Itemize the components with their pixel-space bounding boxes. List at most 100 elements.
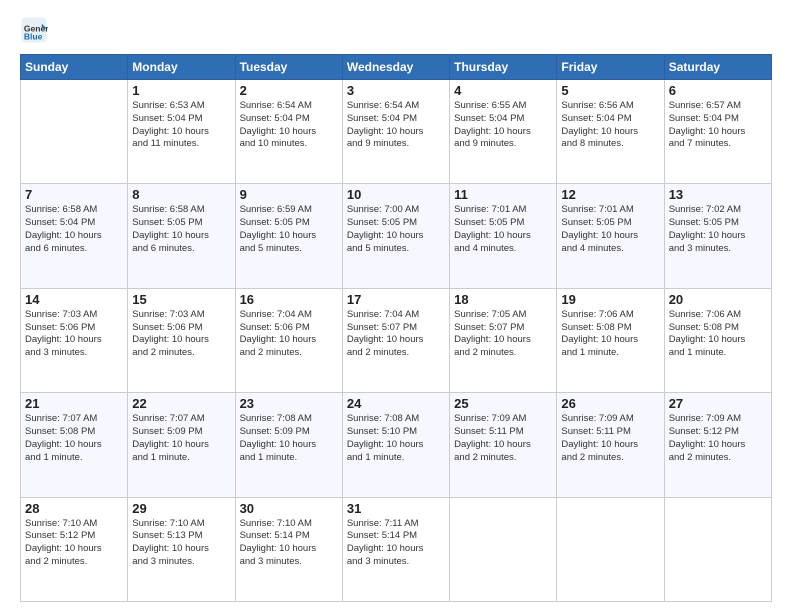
calendar-cell: 9 Sunrise: 6:59 AM Sunset: 5:05 PM Daylig… [235,184,342,288]
cell-info-text: Sunrise: 6:59 AM Sunset: 5:05 PM Dayligh… [240,204,338,255]
cell-info-text: Sunrise: 7:06 AM Sunset: 5:08 PM Dayligh… [561,309,659,360]
cell-day-number: 15 [132,292,230,307]
cell-day-number: 13 [669,187,767,202]
calendar-week-4: 21Sunrise: 7:07 AM Sunset: 5:08 PM Dayli… [21,393,772,497]
calendar-cell: 16 Sunrise: 7:04 AM Sunset: 5:06 PM Dayli… [235,288,342,392]
calendar-cell: 20 Sunrise: 7:06 AM Sunset: 5:08 PM Dayli… [664,288,771,392]
cell-info-text: Sunrise: 7:04 AM Sunset: 5:07 PM Dayligh… [347,309,445,360]
calendar-cell: 23Sunrise: 7:08 AM Sunset: 5:09 PM Dayli… [235,393,342,497]
calendar-cell [450,497,557,601]
cell-day-number: 26 [561,396,659,411]
cell-info-text: Sunrise: 7:01 AM Sunset: 5:05 PM Dayligh… [454,204,552,255]
cell-info-text: Sunrise: 6:55 AM Sunset: 5:04 PM Dayligh… [454,100,552,151]
cell-day-number: 27 [669,396,767,411]
cell-day-number: 20 [669,292,767,307]
calendar-week-1: 1 Sunrise: 6:53 AM Sunset: 5:04 PM Daylig… [21,80,772,184]
calendar-header-wednesday: Wednesday [342,55,449,80]
calendar-cell [557,497,664,601]
calendar-cell: 22 Sunrise: 7:07 AM Sunset: 5:09 PM Dayli… [128,393,235,497]
calendar-cell [664,497,771,601]
calendar-cell: 17Sunrise: 7:04 AM Sunset: 5:07 PM Dayli… [342,288,449,392]
calendar-header-row: SundayMondayTuesdayWednesdayThursdayFrid… [21,55,772,80]
cell-info-text: Sunrise: 7:09 AM Sunset: 5:11 PM Dayligh… [561,413,659,464]
cell-day-number: 25 [454,396,552,411]
cell-info-text: Sunrise: 7:00 AM Sunset: 5:05 PM Dayligh… [347,204,445,255]
calendar-week-3: 14Sunrise: 7:03 AM Sunset: 5:06 PM Dayli… [21,288,772,392]
cell-info-text: Sunrise: 7:10 AM Sunset: 5:14 PM Dayligh… [240,518,338,569]
calendar-cell: 8 Sunrise: 6:58 AM Sunset: 5:05 PM Daylig… [128,184,235,288]
calendar-cell: 31Sunrise: 7:11 AM Sunset: 5:14 PM Dayli… [342,497,449,601]
cell-info-text: Sunrise: 7:06 AM Sunset: 5:08 PM Dayligh… [669,309,767,360]
calendar-cell: 4 Sunrise: 6:55 AM Sunset: 5:04 PM Daylig… [450,80,557,184]
cell-day-number: 12 [561,187,659,202]
calendar-cell: 2 Sunrise: 6:54 AM Sunset: 5:04 PM Daylig… [235,80,342,184]
page: General Blue SundayMondayTuesdayWednesda… [0,0,792,612]
cell-day-number: 30 [240,501,338,516]
cell-info-text: Sunrise: 7:08 AM Sunset: 5:10 PM Dayligh… [347,413,445,464]
calendar-header-thursday: Thursday [450,55,557,80]
cell-day-number: 18 [454,292,552,307]
calendar-cell: 27 Sunrise: 7:09 AM Sunset: 5:12 PM Dayli… [664,393,771,497]
cell-info-text: Sunrise: 6:56 AM Sunset: 5:04 PM Dayligh… [561,100,659,151]
cell-day-number: 4 [454,83,552,98]
calendar-header-tuesday: Tuesday [235,55,342,80]
cell-info-text: Sunrise: 7:04 AM Sunset: 5:06 PM Dayligh… [240,309,338,360]
cell-info-text: Sunrise: 7:03 AM Sunset: 5:06 PM Dayligh… [132,309,230,360]
calendar-cell: 10Sunrise: 7:00 AM Sunset: 5:05 PM Dayli… [342,184,449,288]
logo: General Blue [20,16,52,44]
calendar-week-2: 7Sunrise: 6:58 AM Sunset: 5:04 PM Daylig… [21,184,772,288]
cell-info-text: Sunrise: 6:54 AM Sunset: 5:04 PM Dayligh… [240,100,338,151]
cell-info-text: Sunrise: 6:53 AM Sunset: 5:04 PM Dayligh… [132,100,230,151]
cell-day-number: 29 [132,501,230,516]
calendar-cell: 14Sunrise: 7:03 AM Sunset: 5:06 PM Dayli… [21,288,128,392]
calendar-header-monday: Monday [128,55,235,80]
calendar-cell: 7Sunrise: 6:58 AM Sunset: 5:04 PM Daylig… [21,184,128,288]
calendar-header-friday: Friday [557,55,664,80]
cell-info-text: Sunrise: 7:11 AM Sunset: 5:14 PM Dayligh… [347,518,445,569]
calendar-cell: 1 Sunrise: 6:53 AM Sunset: 5:04 PM Daylig… [128,80,235,184]
cell-info-text: Sunrise: 6:58 AM Sunset: 5:05 PM Dayligh… [132,204,230,255]
cell-day-number: 2 [240,83,338,98]
cell-day-number: 24 [347,396,445,411]
calendar-cell: 26 Sunrise: 7:09 AM Sunset: 5:11 PM Dayli… [557,393,664,497]
cell-info-text: Sunrise: 7:05 AM Sunset: 5:07 PM Dayligh… [454,309,552,360]
cell-info-text: Sunrise: 7:09 AM Sunset: 5:12 PM Dayligh… [669,413,767,464]
calendar-cell: 15 Sunrise: 7:03 AM Sunset: 5:06 PM Dayli… [128,288,235,392]
calendar-header-saturday: Saturday [664,55,771,80]
calendar-cell: 18 Sunrise: 7:05 AM Sunset: 5:07 PM Dayli… [450,288,557,392]
cell-day-number: 16 [240,292,338,307]
calendar-cell: 19 Sunrise: 7:06 AM Sunset: 5:08 PM Dayli… [557,288,664,392]
calendar-cell [21,80,128,184]
cell-day-number: 5 [561,83,659,98]
cell-info-text: Sunrise: 7:07 AM Sunset: 5:09 PM Dayligh… [132,413,230,464]
calendar-cell: 11Sunrise: 7:01 AM Sunset: 5:05 PM Dayli… [450,184,557,288]
calendar-header-sunday: Sunday [21,55,128,80]
cell-day-number: 3 [347,83,445,98]
calendar-cell: 24 Sunrise: 7:08 AM Sunset: 5:10 PM Dayli… [342,393,449,497]
cell-day-number: 22 [132,396,230,411]
calendar-cell: 30 Sunrise: 7:10 AM Sunset: 5:14 PM Dayli… [235,497,342,601]
header: General Blue [20,16,772,44]
calendar-cell: 29 Sunrise: 7:10 AM Sunset: 5:13 PM Dayli… [128,497,235,601]
cell-info-text: Sunrise: 7:01 AM Sunset: 5:05 PM Dayligh… [561,204,659,255]
cell-info-text: Sunrise: 7:02 AM Sunset: 5:05 PM Dayligh… [669,204,767,255]
cell-day-number: 9 [240,187,338,202]
cell-info-text: Sunrise: 7:09 AM Sunset: 5:11 PM Dayligh… [454,413,552,464]
cell-info-text: Sunrise: 7:03 AM Sunset: 5:06 PM Dayligh… [25,309,123,360]
calendar-week-5: 28Sunrise: 7:10 AM Sunset: 5:12 PM Dayli… [21,497,772,601]
cell-day-number: 8 [132,187,230,202]
calendar-cell: 12 Sunrise: 7:01 AM Sunset: 5:05 PM Dayli… [557,184,664,288]
cell-day-number: 1 [132,83,230,98]
logo-icon: General Blue [20,16,48,44]
calendar-cell: 3 Sunrise: 6:54 AM Sunset: 5:04 PM Daylig… [342,80,449,184]
cell-day-number: 19 [561,292,659,307]
cell-info-text: Sunrise: 7:10 AM Sunset: 5:12 PM Dayligh… [25,518,123,569]
cell-info-text: Sunrise: 6:58 AM Sunset: 5:04 PM Dayligh… [25,204,123,255]
calendar-cell: 21Sunrise: 7:07 AM Sunset: 5:08 PM Dayli… [21,393,128,497]
cell-info-text: Sunrise: 7:10 AM Sunset: 5:13 PM Dayligh… [132,518,230,569]
cell-info-text: Sunrise: 6:54 AM Sunset: 5:04 PM Dayligh… [347,100,445,151]
cell-info-text: Sunrise: 6:57 AM Sunset: 5:04 PM Dayligh… [669,100,767,151]
calendar-cell: 5 Sunrise: 6:56 AM Sunset: 5:04 PM Daylig… [557,80,664,184]
cell-info-text: Sunrise: 7:07 AM Sunset: 5:08 PM Dayligh… [25,413,123,464]
calendar-table: SundayMondayTuesdayWednesdayThursdayFrid… [20,54,772,602]
